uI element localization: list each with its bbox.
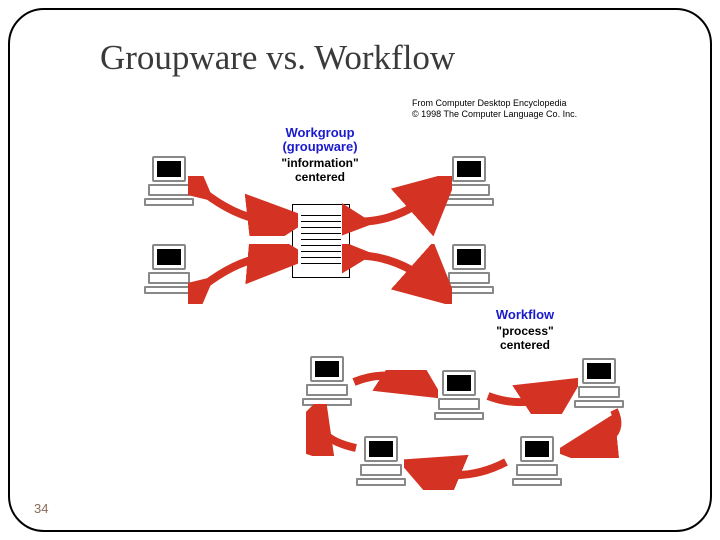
computer-icon xyxy=(440,156,496,206)
computer-icon xyxy=(430,370,486,420)
page-number: 34 xyxy=(34,501,48,516)
arrow-icon xyxy=(560,404,630,458)
workflow-subheading: "process" centered xyxy=(470,324,580,353)
bidirectional-arrow-icon xyxy=(342,176,452,236)
computer-icon xyxy=(440,244,496,294)
shared-document-icon xyxy=(292,204,350,278)
bidirectional-arrow-icon xyxy=(342,244,452,304)
computer-icon xyxy=(352,436,408,486)
workgroup-heading: Workgroup (groupware) xyxy=(260,126,380,155)
computer-icon xyxy=(298,356,354,406)
computer-icon xyxy=(140,244,196,294)
arrow-icon xyxy=(348,370,438,410)
workflow-heading: Workflow xyxy=(470,308,580,322)
arrow-icon xyxy=(482,374,578,414)
workgroup-diagram: Workgroup (groupware) "information" cent… xyxy=(140,126,500,306)
workgroup-subheading: "information" centered xyxy=(260,156,380,185)
bidirectional-arrow-icon xyxy=(188,244,298,304)
attribution-block: From Computer Desktop Encyclopedia © 199… xyxy=(412,98,577,120)
slide-frame: Groupware vs. Workflow From Computer Des… xyxy=(8,8,712,532)
slide-title: Groupware vs. Workflow xyxy=(100,38,455,78)
computer-icon xyxy=(508,436,564,486)
computer-icon xyxy=(570,358,626,408)
workflow-diagram: Workflow "process" centered xyxy=(260,308,650,498)
bidirectional-arrow-icon xyxy=(188,176,298,236)
arrow-icon xyxy=(404,446,514,490)
computer-icon xyxy=(140,156,196,206)
attribution-line1: From Computer Desktop Encyclopedia xyxy=(412,98,577,109)
attribution-line2: © 1998 The Computer Language Co. Inc. xyxy=(412,109,577,120)
